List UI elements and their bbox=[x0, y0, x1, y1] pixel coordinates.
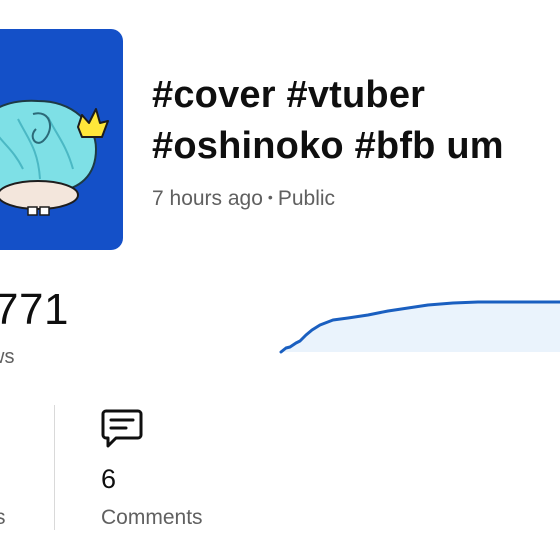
thumbnail-artwork bbox=[0, 99, 109, 216]
comment-bubble-icon bbox=[101, 409, 143, 448]
stats-divider bbox=[54, 405, 55, 530]
upload-age: 7 hours ago bbox=[152, 187, 263, 210]
video-title-line-2: #oshinoko #bfb um bbox=[152, 125, 504, 167]
views-label: ws bbox=[0, 346, 15, 368]
views-sparkline[interactable] bbox=[278, 290, 560, 360]
video-thumbnail[interactable] bbox=[0, 29, 123, 250]
sparkline-area bbox=[281, 302, 560, 352]
video-title[interactable]: #cover #vtuber #oshinoko #bfb um bbox=[152, 70, 560, 172]
meta-separator: • bbox=[267, 189, 273, 205]
comments-label[interactable]: Comments bbox=[101, 506, 203, 530]
views-count: 771 bbox=[0, 285, 69, 334]
video-title-line-1: #cover #vtuber bbox=[152, 74, 426, 116]
video-meta: 7 hours ago • Public bbox=[152, 187, 335, 211]
comments-count[interactable]: 6 bbox=[101, 464, 116, 495]
likes-label: s bbox=[0, 506, 6, 529]
visibility-status[interactable]: Public bbox=[278, 187, 335, 210]
video-analytics-screen: #cover #vtuber #oshinoko #bfb um 7 hours… bbox=[0, 0, 560, 560]
